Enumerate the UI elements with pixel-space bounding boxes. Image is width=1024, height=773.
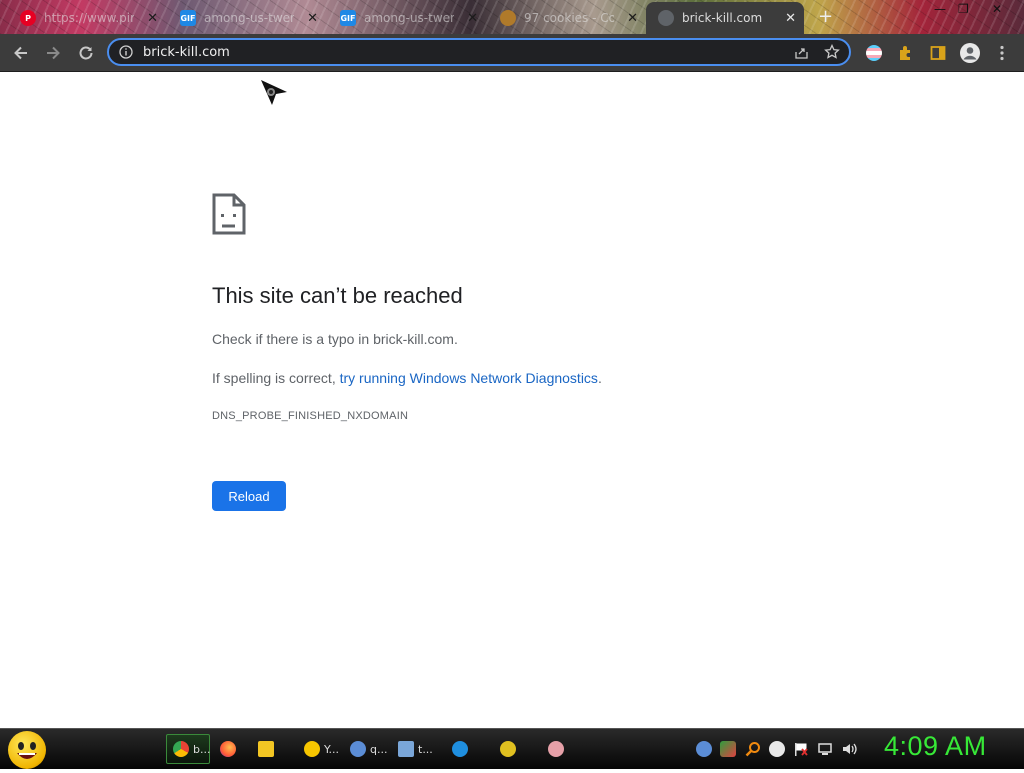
network-tray-icon[interactable] [817,741,833,757]
taskbar-app-yahoo[interactable]: Y... [298,734,340,764]
forward-button[interactable] [41,41,65,65]
qb-icon [350,741,366,757]
taskbar-app-chrome[interactable]: b... [166,734,210,764]
diagnostics-suffix: . [597,370,602,386]
tab-among-us-1[interactable]: GIF among-us-twerk ✕ [168,4,326,32]
tab-strip: P https://www.pin ✕ GIF among-us-twerk ✕… [0,0,1024,34]
taskbar-app-firefox[interactable] [214,734,248,764]
error-page: This site can’t be reached Check if ther… [0,72,1024,728]
profile-flag-button[interactable] [862,41,886,65]
search-tray-icon[interactable] [745,741,761,757]
error-typo-hint: Check if there is a typo in brick-kill.c… [212,331,458,347]
volume-tray-icon[interactable] [841,741,857,757]
taskbar-app-qbittorrent[interactable]: q... [344,734,388,764]
info-icon[interactable] [119,45,133,59]
tab-title: among-us-twerk [204,11,294,25]
close-window-button[interactable]: ✕ [992,2,1002,16]
trans-flag-icon [866,45,882,61]
qb-tray-icon[interactable] [696,741,712,757]
error-code: DNS_PROBE_FINISHED_NXDOMAIN [212,410,409,422]
minus-tray-icon[interactable] [769,741,785,757]
pinterest-icon: P [20,10,36,26]
reload-toolbar-button[interactable] [74,41,98,65]
error-heading: This site can’t be reached [212,283,463,308]
close-icon[interactable]: ✕ [147,11,158,26]
taskbar-app-label: t... [418,742,433,756]
bookmark-star-icon[interactable] [824,44,840,60]
tab-among-us-2[interactable]: GIF among-us-twerk ✕ [328,4,486,32]
back-button[interactable] [9,41,33,65]
close-icon[interactable]: ✕ [307,11,318,26]
reload-button[interactable]: Reload [212,481,286,511]
close-icon[interactable]: ✕ [467,11,478,26]
flag-tray-icon[interactable] [793,741,809,757]
chrome-icon [173,741,189,757]
side-panel-icon [930,46,946,60]
tab-title: https://www.pin [44,11,134,25]
network-diagnostics-link[interactable]: try running Windows Network Diagnostics [340,370,598,386]
taskbar-app-label: q... [370,742,388,756]
ie-icon [452,741,468,757]
back-arrow-icon [14,46,27,60]
kebab-menu-icon [1000,45,1004,61]
share-icon[interactable] [794,45,809,60]
maximize-button[interactable]: ❐ [958,2,969,16]
new-tab-button[interactable]: + [818,6,833,27]
side-panel-button[interactable] [926,41,950,65]
tab-pinterest[interactable]: P https://www.pin ✕ [8,4,166,32]
tab-cookies[interactable]: 97 cookies - Co ✕ [488,4,646,32]
close-icon[interactable]: ✕ [785,11,796,26]
x-tool-icon [500,741,516,757]
gif-icon: GIF [340,10,356,26]
taskbar-app-explorer[interactable] [252,734,286,764]
smiley-icon [17,742,37,759]
extensions-button[interactable] [894,41,918,65]
cookie-icon [500,10,516,26]
profile-button[interactable] [958,41,982,65]
address-bar[interactable]: brick-kill.com [107,38,851,66]
cursor-icon [261,80,287,105]
url-text[interactable]: brick-kill.com [143,45,230,60]
taskbar-app-xtool[interactable] [494,734,528,764]
taskbar-app-brain[interactable] [542,734,576,764]
network-monitor-icon[interactable] [720,741,736,757]
taskbar-app-label: Y... [324,742,339,756]
diagnostics-prefix: If spelling is correct, [212,370,340,386]
menu-button[interactable] [990,41,1014,65]
tab-brick-kill[interactable]: brick-kill.com ✕ [646,2,804,34]
puzzle-icon [900,46,910,60]
tab-title: 97 cookies - Co [524,11,614,25]
gif-icon: GIF [180,10,196,26]
taskbar-clock[interactable]: 4:09 AM [884,731,987,762]
sad-page-icon [212,193,246,235]
tab-title: brick-kill.com [682,11,763,25]
refresh-icon [79,46,93,60]
browser-toolbar: brick-kill.com [0,34,1024,72]
tab-title: among-us-twerk [364,11,454,25]
error-diagnostics-hint: If spelling is correct, try running Wind… [212,370,602,386]
close-icon[interactable]: ✕ [627,11,638,26]
emoji-icon [304,741,320,757]
globe-icon [658,10,674,26]
window-icon [398,741,414,757]
folder-icon [258,741,274,757]
minimize-button[interactable]: — [934,2,946,16]
start-button[interactable] [8,731,46,769]
taskbar: b... Y... q... t... 4:09 AM [0,728,1024,769]
taskbar-app-window[interactable]: t... [392,734,434,764]
brain-icon [548,741,564,757]
avatar-icon [960,43,980,63]
taskbar-app-ie[interactable] [446,734,480,764]
firefox-icon [220,741,236,757]
forward-arrow-icon [47,46,60,60]
taskbar-app-label: b... [193,742,211,756]
